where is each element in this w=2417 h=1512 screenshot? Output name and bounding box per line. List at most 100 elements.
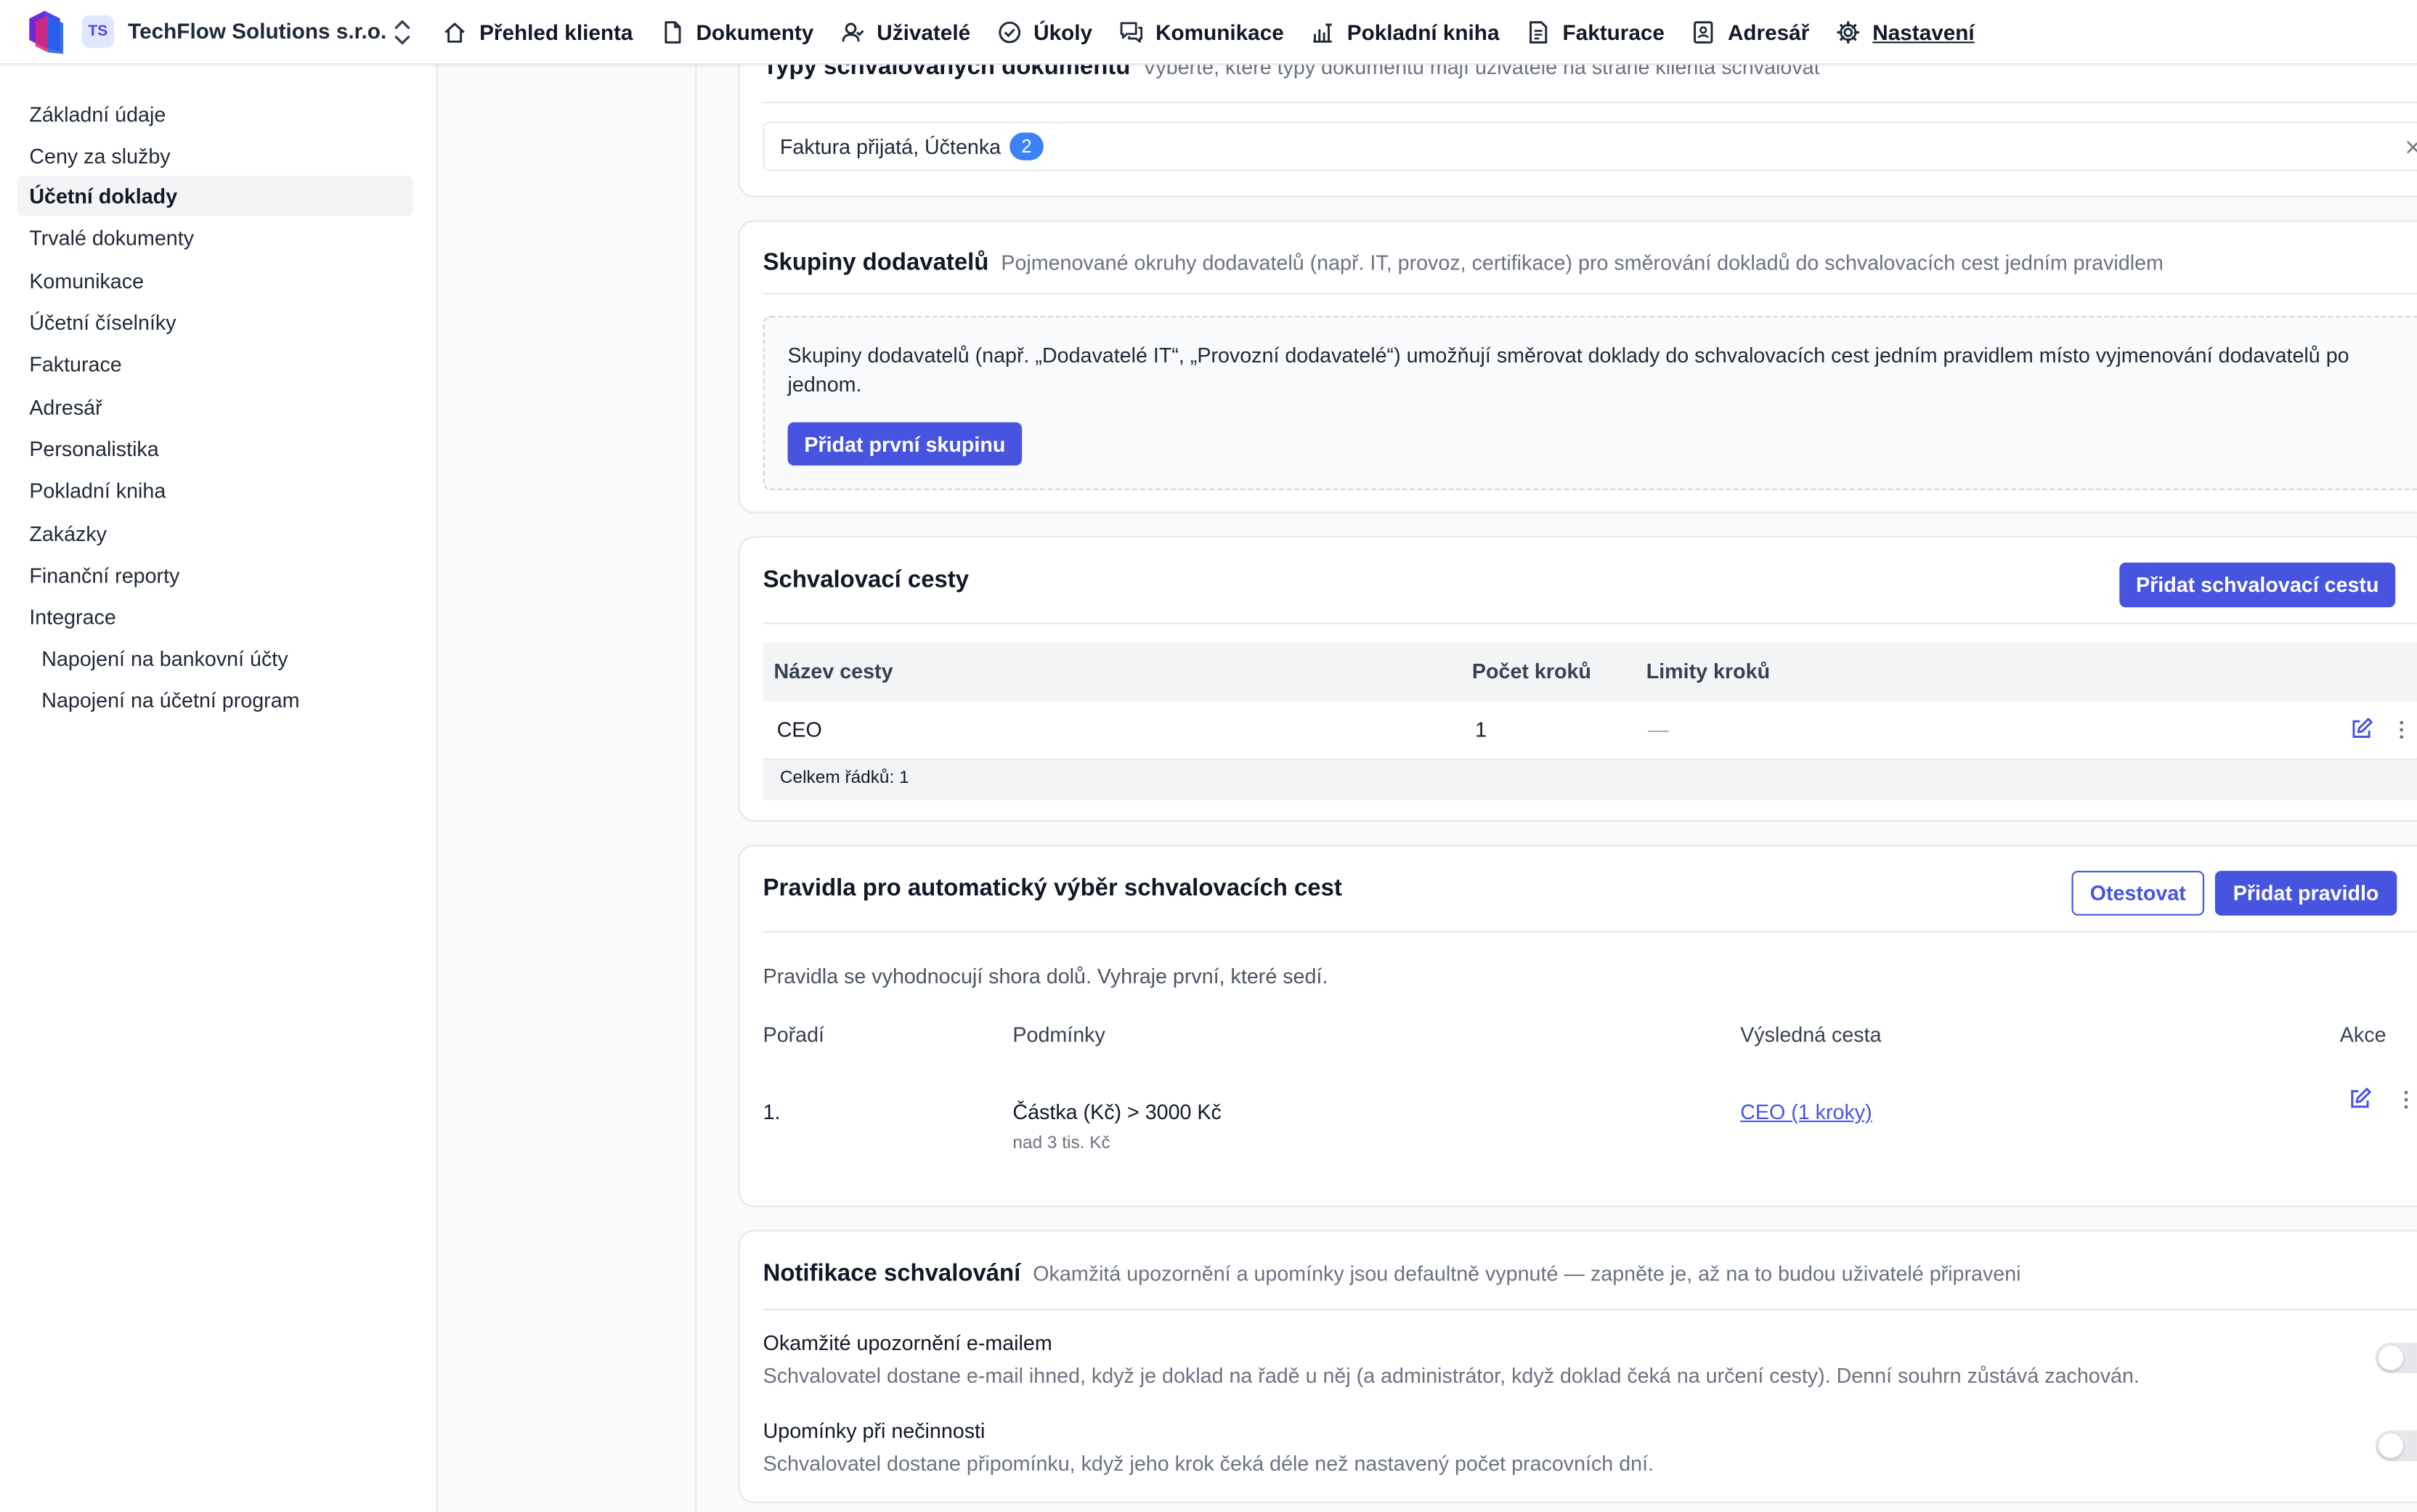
divider [763, 930, 2417, 933]
nav-item-label: Fakturace [1562, 19, 1665, 44]
secondary-column [437, 63, 697, 1512]
nav-item-2[interactable]: Uživatelé [840, 20, 970, 44]
col-path-name[interactable]: Název cesty [773, 659, 893, 683]
app-logo-icon[interactable] [26, 8, 66, 56]
col-order: Pořadí [763, 1023, 825, 1047]
nav-item-label: Přehled klienta [479, 19, 633, 44]
approval-paths-table: Název cesty Počet kroků Limity kroků CEO… [763, 643, 2417, 800]
rules-note: Pravidla se vyhodnocují shora dolů. Vyhr… [763, 964, 1328, 988]
nav-item-label: Uživatelé [877, 19, 971, 44]
supplier-groups-title: Skupiny dodavatelů Pojmenované okruhy dod… [763, 249, 2164, 276]
nav-item-3[interactable]: Úkoly [996, 20, 1092, 44]
table-footer: Celkem řádků: 1 [763, 760, 2417, 800]
doc-types-select[interactable]: Faktura přijatá, Účtenka 2 [763, 121, 2417, 171]
nav-item-8[interactable]: Nastavení [1835, 19, 1975, 44]
setting-title: Okamžité upozornění e-mailem [763, 1331, 1052, 1355]
users-icon [842, 22, 864, 41]
top-bar: TS TechFlow Solutions s.r.o. Přehled kli… [0, 0, 2417, 65]
edit-icon[interactable] [2349, 717, 2374, 741]
approval-notifications-card: Notifikace schvalování Okamžitá upozorněn… [738, 1229, 2417, 1503]
sidebar-item-6[interactable]: Fakturace [17, 344, 413, 383]
sidebar-item-7[interactable]: Adresář [17, 387, 413, 427]
chat-icon [1119, 21, 1142, 42]
setting-desc: Schvalovatel dostane e-mail ihned, když … [763, 1364, 2140, 1388]
check-circle-icon [998, 20, 1020, 43]
add-approval-path-button[interactable]: Přidat schvalovací cestu [2119, 562, 2396, 608]
sidebar-item-1[interactable]: Ceny za služby [17, 136, 413, 176]
divider [763, 622, 2417, 625]
divider [763, 1308, 2417, 1311]
sidebar-item-11[interactable]: Finanční reporty [17, 555, 413, 595]
nav-item-5[interactable]: Pokladní kniha [1310, 20, 1499, 44]
supplier-groups-card: Skupiny dodavatelů Pojmenované okruhy dod… [738, 220, 2417, 513]
nav-item-label: Úkoly [1033, 19, 1093, 44]
approval-paths-card: Schvalovací cesty Přidat schvalovací ces… [738, 536, 2417, 822]
inactivity-reminder-toggle[interactable] [2375, 1430, 2417, 1462]
col-conditions: Podmínky [1012, 1023, 1105, 1047]
sidebar-item-12[interactable]: Integrace [17, 596, 413, 636]
sidebar-item-14[interactable]: Napojení na účetní program [29, 680, 425, 720]
sidebar-item-8[interactable]: Personalistika [17, 428, 413, 468]
home-icon [444, 22, 465, 42]
sidebar-item-4[interactable]: Komunikace [17, 261, 413, 301]
table-header: Název cesty Počet kroků Limity kroků [763, 643, 2417, 702]
supplier-groups-desc: Pojmenované okruhy dodavatelů (např. IT,… [1001, 251, 2164, 275]
sidebar-item-5[interactable]: Účetní číselníky [17, 302, 413, 342]
clear-icon[interactable] [2406, 140, 2417, 154]
chevron-up-down-icon[interactable] [391, 18, 413, 46]
document-icon [664, 20, 681, 43]
rule-condition-sub: nad 3 tis. Kč [1012, 1134, 1110, 1153]
org-avatar: TS [81, 15, 115, 48]
notification-setting-reminders: Upomínky při nečinnosti Schvalovatel dos… [763, 1420, 2417, 1489]
sidebar-item-0[interactable]: Základní údaje [17, 94, 413, 134]
main-nav: Přehled klienta Dokumenty Uživatelé Úkoly Ko… [442, 0, 2001, 63]
col-step-limits[interactable]: Limity kroků [1646, 659, 1770, 683]
supplier-groups-empty-state: Skupiny dodavatelů (např. „Dodavatelé IT… [763, 316, 2417, 490]
add-rule-button[interactable]: Přidat pravidlo [2214, 871, 2397, 916]
routing-rules-title: Pravidla pro automatický výběr schvalova… [763, 875, 1342, 902]
path-step-count: 1 [1475, 718, 1487, 741]
row-count: Celkem řádků: 1 [779, 769, 909, 788]
table-row[interactable]: CEO 1 — [763, 702, 2417, 760]
doc-types-count-badge: 2 [1010, 132, 1044, 160]
notifications-title: Notifikace schvalování Okamžitá upozorněn… [763, 1261, 2021, 1288]
rule-row[interactable]: 1. Částka (Kč) > 3000 Kč nad 3 tis. Kč C… [763, 1078, 2417, 1170]
notification-setting-instant: Okamžité upozornění e-mailem Schvalovate… [763, 1332, 2417, 1402]
setting-desc: Schvalovatel dostane připomínku, když je… [763, 1452, 1654, 1476]
instant-email-toggle[interactable] [2375, 1342, 2417, 1374]
nav-item-label: Nastavení [1872, 19, 1975, 44]
doc-types-value: Faktura přijatá, Účtenka [779, 135, 1002, 159]
col-step-count[interactable]: Počet kroků [1472, 659, 1591, 683]
org-name[interactable]: TechFlow Solutions s.r.o. [128, 18, 386, 43]
sidebar-item-3[interactable]: Trvalé dokumenty [17, 217, 413, 257]
path-limits: — [1647, 718, 1669, 741]
sidebar-item-13[interactable]: Napojení na bankovní účty [29, 638, 425, 678]
divider [763, 102, 2417, 104]
nav-item-6[interactable]: Fakturace [1526, 20, 1665, 44]
nav-item-1[interactable]: Dokumenty [659, 19, 814, 44]
gear-icon [1836, 20, 1859, 44]
nav-item-0[interactable]: Přehled klienta [442, 20, 633, 44]
col-result-path: Výsledná cesta [1740, 1023, 1882, 1047]
path-name: CEO [776, 718, 822, 741]
rule-result-path-link[interactable]: CEO (1 kroky) [1740, 1100, 1872, 1123]
routing-rules-card: Pravidla pro automatický výběr schvalova… [738, 845, 2417, 1207]
nav-item-label: Dokumenty [696, 19, 814, 44]
nav-item-7[interactable]: Adresář [1691, 20, 1809, 44]
more-vertical-icon[interactable] [2398, 720, 2404, 740]
invoice-icon [1529, 20, 1547, 43]
sidebar-item-9[interactable]: Pokladní kniha [17, 470, 413, 510]
nav-item-4[interactable]: Komunikace [1118, 20, 1284, 44]
sidebar-item-2[interactable]: Účetní doklady [17, 175, 413, 216]
approval-paths-title: Schvalovací cesty [763, 567, 970, 594]
setting-title: Upomínky při nečinnosti [763, 1419, 986, 1443]
sidebar-item-10[interactable]: Zakázky [17, 513, 413, 553]
col-actions: Akce [2339, 1023, 2386, 1047]
more-vertical-icon[interactable] [2403, 1090, 2409, 1110]
edit-icon[interactable] [2347, 1086, 2372, 1111]
test-rules-button[interactable]: Otestovat [2071, 871, 2205, 916]
rule-order: 1. [763, 1100, 781, 1124]
add-first-group-button[interactable]: Přidat první skupinu [787, 422, 1023, 466]
notifications-desc: Okamžitá upozornění a upomínky jsou defa… [1033, 1262, 2021, 1286]
supplier-groups-info: Skupiny dodavatelů (např. „Dodavatelé IT… [787, 344, 2349, 397]
